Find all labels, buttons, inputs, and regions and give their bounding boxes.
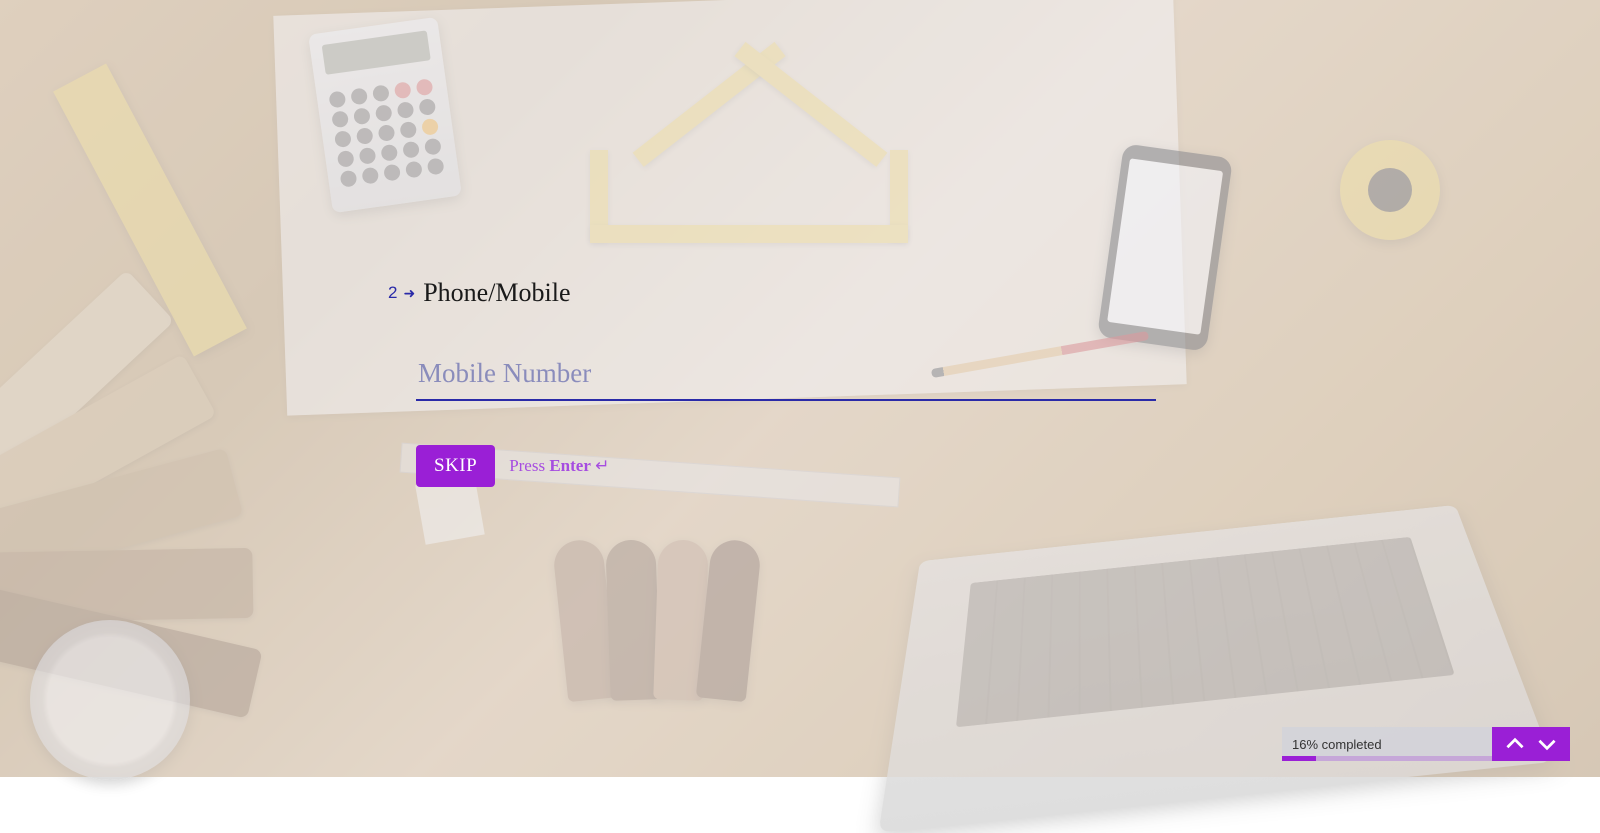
form-question: 2 ➜ Phone/Mobile SKIP Press Enter ↵ [388, 278, 1188, 487]
input-container [416, 354, 1188, 401]
mobile-number-input[interactable] [416, 354, 1156, 401]
question-number: 2 [388, 283, 397, 303]
question-header: 2 ➜ Phone/Mobile [388, 278, 1188, 308]
previous-question-button[interactable] [1502, 731, 1528, 757]
enter-key-icon: ↵ [595, 456, 609, 475]
chevron-down-icon [1534, 731, 1560, 757]
hint-key: Enter [549, 456, 591, 475]
progress-box: 16% completed [1282, 727, 1492, 761]
progress-label: 16% completed [1292, 737, 1482, 752]
chevron-up-icon [1502, 731, 1528, 757]
press-enter-hint: Press Enter ↵ [509, 456, 609, 476]
arrow-right-icon: ➜ [403, 285, 415, 302]
controls-row: SKIP Press Enter ↵ [416, 445, 1188, 487]
progress-track [1282, 756, 1492, 761]
next-question-button[interactable] [1534, 731, 1560, 757]
progress-fill [1282, 756, 1316, 761]
nav-buttons [1492, 727, 1570, 761]
footer-widget: 16% completed [1282, 727, 1570, 761]
skip-button[interactable]: SKIP [416, 445, 495, 487]
hint-prefix: Press [509, 456, 549, 475]
question-title: Phone/Mobile [423, 278, 570, 308]
